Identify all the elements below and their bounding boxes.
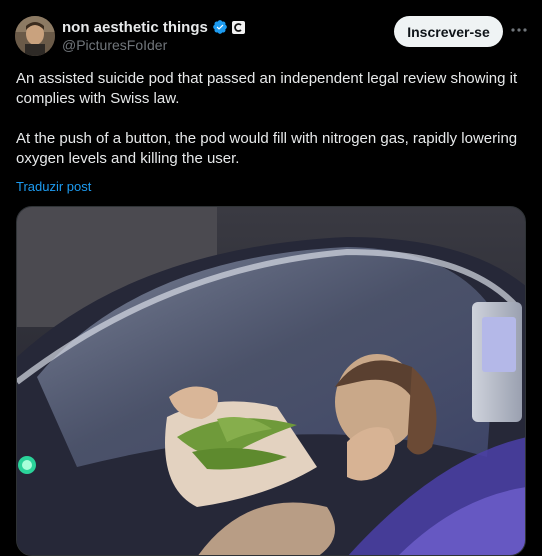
more-options-icon[interactable] <box>509 20 529 40</box>
author-handle[interactable]: @PicturesFoIder <box>62 37 167 53</box>
avatar[interactable] <box>15 16 55 56</box>
subscribe-button[interactable]: Inscrever-se <box>394 16 503 47</box>
post: non aesthetic things @PicturesFoIder Ins… <box>0 0 542 556</box>
author-name-row: non aesthetic things <box>62 17 245 37</box>
affiliate-badge-icon <box>231 20 245 34</box>
post-paragraph: An assisted suicide pod that passed an i… <box>16 70 518 107</box>
suicide-pod-photo <box>17 207 525 555</box>
post-paragraph: At the push of a button, the pod would f… <box>16 130 518 167</box>
translate-post-link[interactable]: Traduzir post <box>16 179 91 194</box>
avatar-photo <box>15 16 55 56</box>
post-text: An assisted suicide pod that passed an i… <box>16 69 526 169</box>
author-display-name[interactable]: non aesthetic things <box>62 19 208 36</box>
post-header: non aesthetic things @PicturesFoIder Ins… <box>15 14 530 58</box>
verified-badge-icon <box>213 20 227 34</box>
post-media-photo[interactable] <box>16 206 526 556</box>
